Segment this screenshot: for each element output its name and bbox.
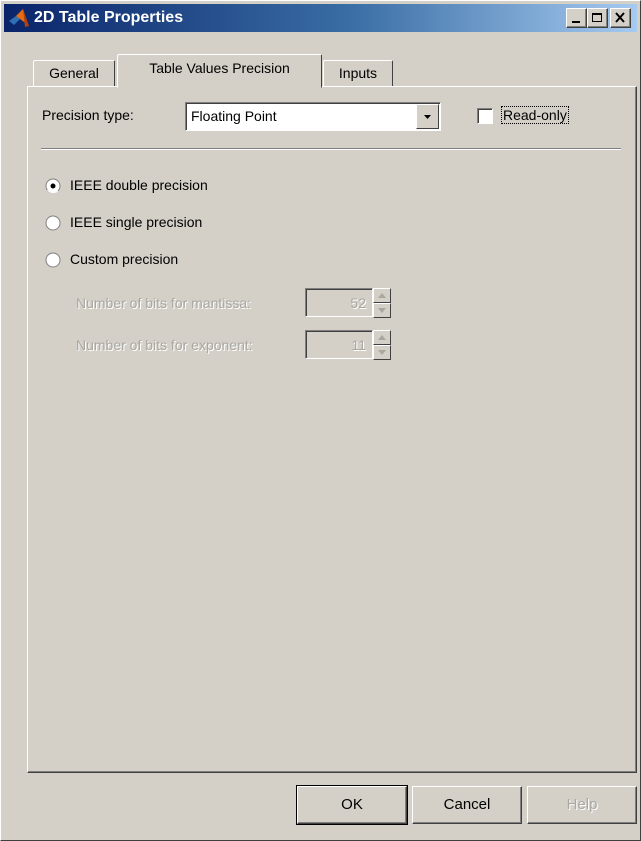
title-bar[interactable]: 2D Table Properties bbox=[4, 4, 637, 32]
maximize-button[interactable] bbox=[587, 8, 608, 28]
matlab-logo-icon bbox=[9, 9, 29, 27]
minimize-button[interactable] bbox=[566, 8, 587, 28]
cancel-button[interactable]: Cancel bbox=[412, 786, 522, 824]
window-title: 2D Table Properties bbox=[34, 9, 184, 26]
tab-general[interactable]: General bbox=[33, 60, 115, 86]
tab-inputs[interactable]: Inputs bbox=[323, 60, 393, 86]
close-button[interactable] bbox=[610, 8, 631, 28]
tab-table-values-precision[interactable]: Table Values Precision bbox=[117, 54, 322, 88]
close-icon bbox=[615, 12, 625, 23]
maximize-icon bbox=[592, 13, 602, 22]
minimize-icon bbox=[572, 21, 580, 23]
ok-button[interactable]: OK bbox=[296, 785, 408, 825]
dialog-window: 2D Table Properties General Table Values… bbox=[0, 0, 641, 841]
help-button[interactable]: Help bbox=[527, 786, 637, 824]
tab-panel bbox=[27, 86, 637, 773]
